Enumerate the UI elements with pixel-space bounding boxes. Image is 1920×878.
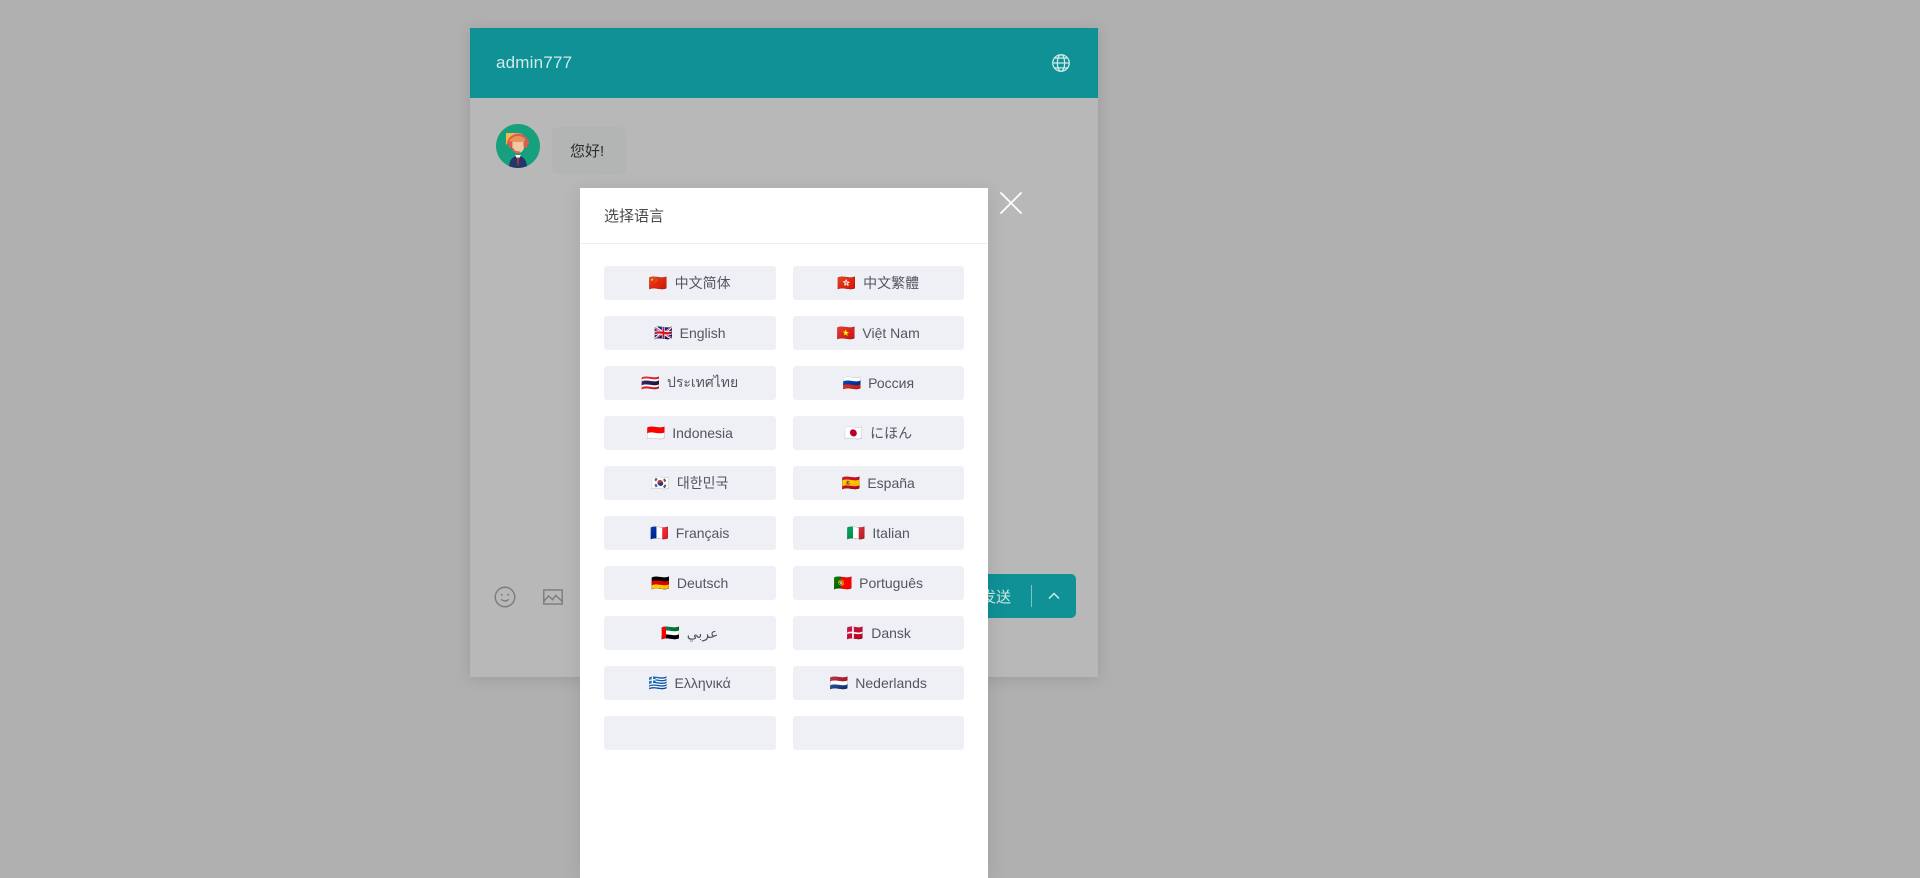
flag-icon: 🇵🇹: [833, 574, 853, 592]
language-option-label: Việt Nam: [862, 325, 920, 341]
language-option[interactable]: 🇩🇪 Deutsch: [604, 566, 776, 600]
language-option-label: عربي: [686, 624, 719, 641]
chevron-up-icon[interactable]: [1032, 574, 1076, 618]
flag-icon: 🇩🇰: [845, 624, 865, 642]
language-modal-header: 选择语言: [580, 188, 988, 244]
language-option-label: にほん: [870, 425, 913, 441]
language-option-label: Ελληνικά: [674, 675, 731, 691]
chat-message-bubble: 您好!: [552, 127, 626, 174]
language-option-label: Português: [859, 575, 923, 591]
language-option[interactable]: 🇮🇩 Indonesia: [604, 416, 776, 450]
flag-icon: 🇪🇸: [841, 474, 861, 492]
flag-icon: 🇮🇹: [846, 524, 866, 542]
language-modal-title: 选择语言: [604, 208, 665, 225]
emoji-icon[interactable]: [492, 584, 518, 610]
language-option-label: 中文繁體: [863, 275, 920, 291]
language-option[interactable]: 🇬🇷 Ελληνικά: [604, 666, 776, 700]
language-option[interactable]: 🇻🇳 Việt Nam: [792, 316, 964, 350]
language-option[interactable]: 🇯🇵 にほん: [792, 416, 964, 450]
language-option[interactable]: 🇮🇹 Italian: [792, 516, 964, 550]
language-option[interactable]: 🇦🇪 عربي: [604, 616, 776, 650]
language-option[interactable]: 🇫🇷 Français: [604, 516, 776, 550]
chat-header: admin777: [470, 28, 1098, 98]
language-option[interactable]: [604, 716, 776, 750]
language-option[interactable]: 🇪🇸 España: [792, 466, 964, 500]
language-option[interactable]: 🇨🇳 中文简体: [604, 266, 776, 300]
flag-icon: 🇬🇷: [648, 674, 668, 692]
close-icon[interactable]: [997, 189, 1025, 217]
screen: admin777 您好! 发送 选择语言 🇨🇳 中文简体 🇭🇰 中文繁體 🇬🇧 …: [0, 0, 1920, 878]
language-modal: 选择语言 🇨🇳 中文简体 🇭🇰 中文繁體 🇬🇧 English 🇻🇳 Việt Nam 🇹🇭 ปร…: [580, 188, 988, 878]
flag-icon: 🇳🇱: [829, 674, 849, 692]
flag-icon: 🇹🇭: [641, 374, 660, 392]
language-option[interactable]: 🇭🇰 中文繁體: [792, 266, 964, 300]
language-option-label: ประเทศไทย: [666, 374, 739, 390]
flag-icon: 🇨🇳: [648, 274, 668, 292]
language-option-label: Français: [675, 525, 730, 541]
image-icon[interactable]: [540, 584, 566, 610]
chat-title: admin777: [496, 53, 573, 72]
language-option-label: Россия: [868, 375, 915, 391]
language-option-label: Dansk: [871, 625, 911, 641]
language-option[interactable]: 🇷🇺 Россия: [792, 366, 964, 400]
flag-icon: 🇦🇪: [661, 624, 680, 642]
flag-icon: 🇫🇷: [650, 524, 669, 542]
language-option[interactable]: 🇬🇧 English: [604, 316, 776, 350]
language-option[interactable]: [792, 716, 964, 750]
language-option-label: Nederlands: [855, 675, 927, 691]
flag-icon: 🇻🇳: [836, 324, 856, 342]
language-option-label: Deutsch: [676, 575, 729, 591]
flag-icon: 🇬🇧: [653, 324, 673, 342]
language-option-label: 中文简体: [674, 275, 731, 291]
language-option-label: Indonesia: [672, 425, 733, 441]
language-option[interactable]: 🇹🇭 ประเทศไทย: [604, 366, 776, 400]
language-option[interactable]: 🇩🇰 Dansk: [792, 616, 964, 650]
chat-message: 您好!: [496, 124, 1072, 174]
flag-icon: 🇩🇪: [651, 574, 670, 592]
language-option[interactable]: 🇰🇷 대한민국: [604, 466, 776, 500]
language-option[interactable]: 🇵🇹 Português: [792, 566, 964, 600]
flag-icon: 🇮🇩: [646, 424, 666, 442]
language-option-label: English: [679, 325, 726, 341]
flag-icon: 🇭🇰: [837, 274, 857, 292]
language-option-label: 대한민국: [676, 475, 729, 491]
language-option[interactable]: 🇳🇱 Nederlands: [792, 666, 964, 700]
flag-icon: 🇷🇺: [842, 374, 862, 392]
flag-icon: 🇯🇵: [844, 424, 864, 442]
flag-icon: 🇰🇷: [651, 474, 670, 492]
language-option-label: Italian: [872, 525, 910, 541]
language-grid: 🇨🇳 中文简体 🇭🇰 中文繁體 🇬🇧 English 🇻🇳 Việt Nam 🇹🇭 ประเทศไ…: [580, 244, 988, 750]
language-option-label: España: [867, 475, 915, 491]
agent-avatar: [496, 124, 540, 168]
globe-icon[interactable]: [1050, 52, 1072, 74]
